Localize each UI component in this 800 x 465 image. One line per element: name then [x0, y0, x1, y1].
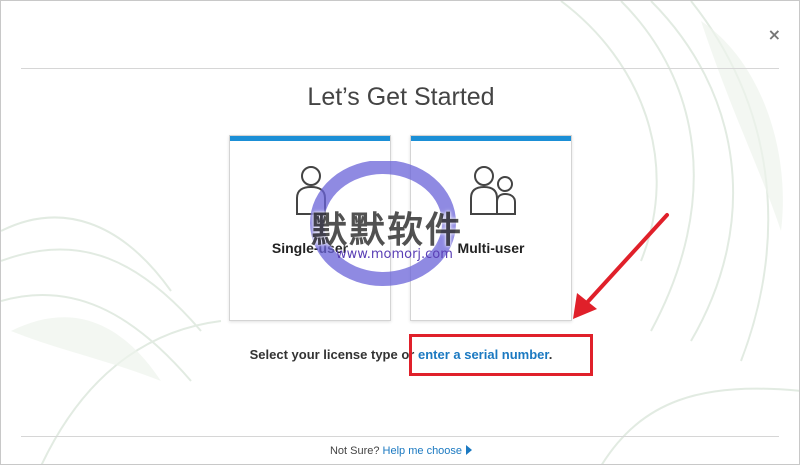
footer-text: Not Sure?	[329, 445, 380, 457]
close-button[interactable]: ×	[768, 25, 781, 44]
help-link-label: Help me choose	[382, 445, 463, 457]
footer: Not Sure? Help me choose	[1, 445, 799, 457]
watermark-text: 默默软件	[311, 210, 464, 251]
help-me-choose-link[interactable]: Help me choose	[383, 445, 473, 457]
card-accent-bar	[230, 136, 390, 141]
license-dialog: × Let’s Get Started Single-user Multi-us…	[0, 0, 800, 465]
prompt-text: Select your license type or	[249, 347, 418, 362]
bottom-divider	[21, 436, 779, 437]
arrow-annotation	[573, 213, 669, 319]
card-accent-bar	[411, 136, 571, 141]
watermark-url: www.momorj.com	[336, 247, 453, 262]
multi-user-icon	[470, 166, 516, 215]
top-divider	[21, 68, 779, 69]
play-arrow-icon	[466, 445, 473, 455]
page-title: Let’s Get Started	[307, 83, 495, 111]
license-prompt: Select your license type or enter a seri…	[1, 347, 799, 362]
highlight-annotation	[409, 334, 593, 376]
